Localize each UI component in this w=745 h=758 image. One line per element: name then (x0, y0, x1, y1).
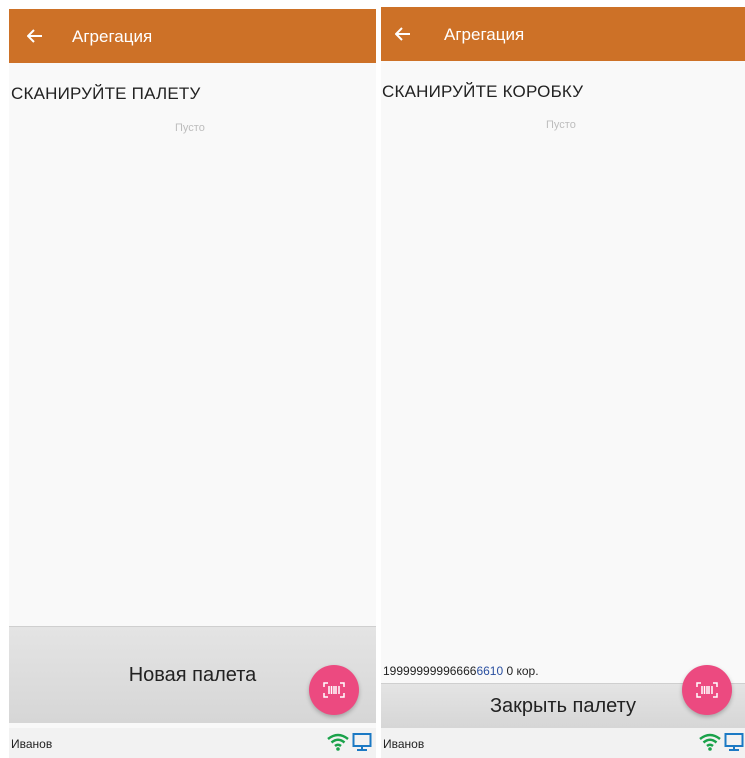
user-name: Иванов (383, 737, 425, 751)
wifi-icon (327, 733, 349, 751)
box-count: 0 кор. (503, 664, 539, 678)
pallet-code-tail: 6610 (476, 664, 504, 678)
scan-button[interactable] (309, 665, 359, 715)
scan-prompt: СКАНИРУЙТЕ КОРОБКУ (382, 82, 584, 101)
back-button[interactable] (21, 22, 49, 50)
monitor-icon (724, 733, 744, 751)
back-button[interactable] (389, 20, 417, 48)
arrow-left-icon (27, 29, 42, 43)
arrow-left-icon (395, 27, 410, 41)
wifi-icon (699, 733, 721, 751)
pallet-code: 19999999996666 (383, 664, 477, 678)
user-name: Иванов (11, 737, 53, 751)
pallet-code-line: 199999999966666610 0 кор. (383, 664, 539, 678)
screen-close-pallet: Агрегация СКАНИРУЙТЕ КОРОБКУ Пусто 19999… (381, 7, 745, 758)
empty-list-text: Пусто (546, 119, 576, 131)
page-title: Агрегация (72, 27, 153, 46)
scan-button[interactable] (682, 665, 732, 715)
empty-list-text: Пусто (175, 122, 205, 134)
monitor-icon (352, 733, 372, 751)
barcode-scan-icon (323, 682, 345, 698)
app-bar: Агрегация (9, 9, 376, 63)
scan-prompt: СКАНИРУЙТЕ ПАЛЕТУ (11, 84, 201, 103)
page-title: Агрегация (444, 25, 525, 44)
status-bar: Иванов (381, 728, 745, 758)
barcode-scan-icon (696, 682, 718, 698)
screen-new-pallet: Агрегация СКАНИРУЙТЕ ПАЛЕТУ Пусто Новая … (9, 9, 376, 758)
app-bar: Агрегация (381, 7, 745, 61)
status-bar: Иванов (9, 728, 376, 758)
